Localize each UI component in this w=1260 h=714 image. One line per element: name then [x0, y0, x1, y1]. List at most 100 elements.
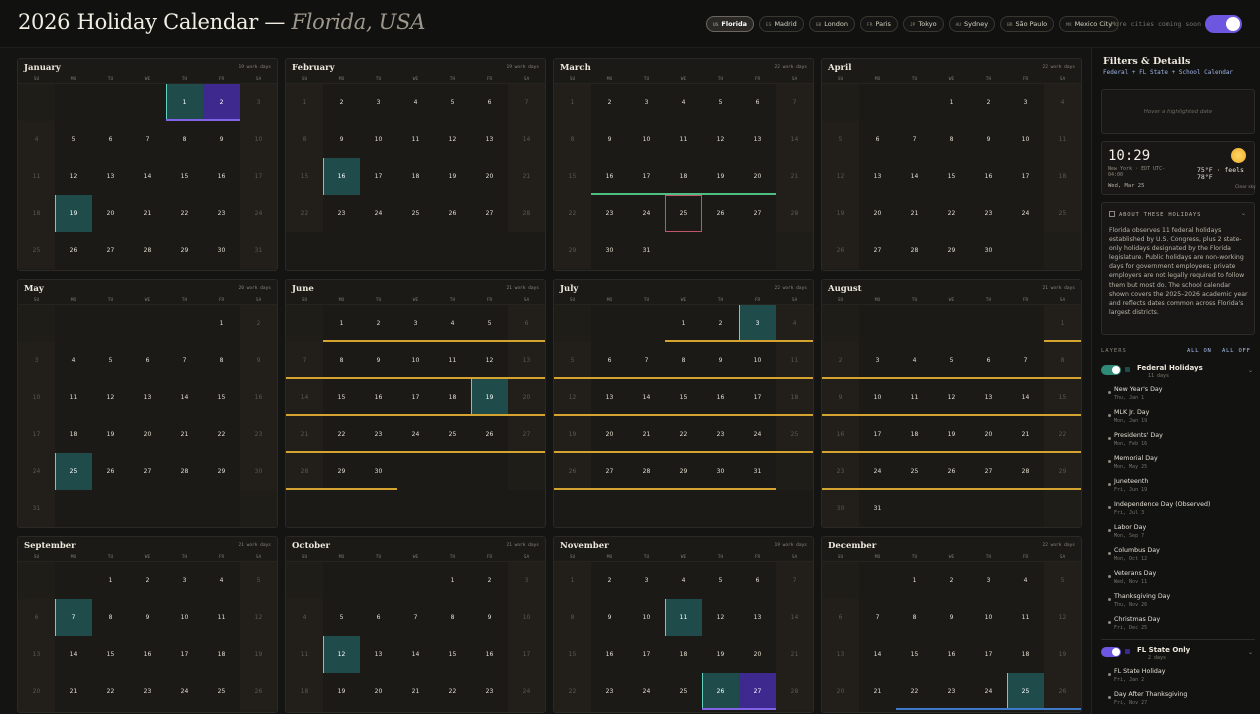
city-chip-fr[interactable]: FR Paris — [860, 16, 898, 32]
day-cell[interactable]: 4 — [776, 305, 813, 342]
day-cell[interactable]: 19 — [471, 379, 508, 416]
day-cell[interactable]: 9 — [203, 121, 240, 158]
day-cell[interactable]: 14 — [129, 158, 166, 195]
day-cell[interactable]: 2 — [702, 305, 739, 342]
day-cell[interactable]: 12 — [55, 158, 92, 195]
day-cell[interactable]: 30 — [240, 453, 277, 490]
day-cell[interactable]: 27 — [822, 710, 859, 712]
day-cell[interactable]: 7 — [129, 121, 166, 158]
day-cell[interactable]: 17 — [166, 636, 203, 673]
city-chip-br[interactable]: BR São Paulo — [1000, 16, 1055, 32]
day-cell[interactable]: 22 — [323, 416, 360, 453]
day-cell[interactable]: 27 — [739, 673, 776, 710]
day-cell[interactable]: 22 — [933, 195, 970, 232]
day-cell[interactable]: 13 — [92, 158, 129, 195]
day-cell[interactable]: 3 — [240, 84, 277, 121]
day-cell[interactable]: 15 — [1044, 379, 1081, 416]
day-cell[interactable]: 7 — [628, 342, 665, 379]
day-cell[interactable]: 13 — [508, 342, 545, 379]
day-cell[interactable]: 16 — [933, 636, 970, 673]
day-cell[interactable]: 18 — [896, 416, 933, 453]
day-cell[interactable]: 11 — [203, 599, 240, 636]
day-cell[interactable]: 13 — [591, 379, 628, 416]
day-cell[interactable]: 10 — [628, 599, 665, 636]
day-cell[interactable]: 10 — [18, 379, 55, 416]
day-cell[interactable]: 20 — [471, 158, 508, 195]
day-cell[interactable]: 6 — [129, 342, 166, 379]
day-cell[interactable]: 25 — [665, 673, 702, 710]
holiday-item[interactable]: Christmas Day Fri, Dec 25 — [1101, 614, 1255, 637]
day-cell[interactable]: 15 — [665, 379, 702, 416]
day-cell[interactable]: 5 — [702, 562, 739, 599]
day-cell[interactable]: 30 — [203, 232, 240, 269]
day-cell[interactable]: 19 — [554, 416, 591, 453]
day-cell[interactable]: 18 — [434, 379, 471, 416]
day-cell[interactable]: 1 — [323, 305, 360, 342]
day-cell[interactable]: 16 — [360, 379, 397, 416]
day-cell[interactable]: 29 — [665, 453, 702, 490]
day-cell[interactable]: 11 — [665, 121, 702, 158]
day-cell[interactable]: 23 — [933, 673, 970, 710]
day-cell[interactable]: 19 — [240, 636, 277, 673]
day-cell[interactable]: 2 — [129, 562, 166, 599]
day-cell[interactable]: 28 — [508, 195, 545, 232]
day-cell[interactable]: 13 — [129, 379, 166, 416]
day-cell[interactable]: 7 — [55, 599, 92, 636]
day-cell[interactable]: 31 — [970, 710, 1007, 712]
day-cell[interactable]: 16 — [970, 158, 1007, 195]
day-cell[interactable]: 14 — [896, 158, 933, 195]
day-cell[interactable]: 25 — [1044, 195, 1081, 232]
day-cell[interactable]: 17 — [240, 158, 277, 195]
chevron-down-icon[interactable]: ⌄ — [1241, 210, 1246, 217]
day-cell[interactable]: 6 — [508, 305, 545, 342]
day-cell[interactable]: 23 — [702, 416, 739, 453]
day-cell[interactable]: 16 — [203, 158, 240, 195]
holiday-item[interactable]: Thanksgiving Day Thu, Nov 26 — [1101, 591, 1255, 614]
day-cell[interactable]: 4 — [1007, 562, 1044, 599]
day-cell[interactable]: 29 — [92, 710, 129, 712]
day-cell[interactable]: 15 — [554, 636, 591, 673]
day-cell[interactable]: 26 — [554, 453, 591, 490]
day-cell[interactable]: 21 — [896, 195, 933, 232]
day-cell[interactable]: 14 — [55, 636, 92, 673]
day-cell[interactable]: 5 — [240, 562, 277, 599]
day-cell[interactable]: 17 — [628, 158, 665, 195]
day-cell[interactable]: 11 — [776, 342, 813, 379]
day-cell[interactable]: 14 — [859, 636, 896, 673]
day-cell[interactable]: 7 — [859, 599, 896, 636]
holiday-item[interactable]: Columbus Day Mon, Oct 12 — [1101, 545, 1255, 568]
day-cell[interactable]: 14 — [397, 636, 434, 673]
city-chip-us[interactable]: US Florida — [706, 16, 755, 32]
day-cell[interactable]: 9 — [970, 121, 1007, 158]
day-cell[interactable]: 22 — [434, 673, 471, 710]
day-cell[interactable]: 13 — [970, 379, 1007, 416]
day-cell[interactable]: 30 — [129, 710, 166, 712]
day-cell[interactable]: 18 — [397, 158, 434, 195]
day-cell[interactable]: 1 — [554, 562, 591, 599]
day-cell[interactable]: 9 — [360, 342, 397, 379]
day-cell[interactable]: 23 — [970, 195, 1007, 232]
day-cell[interactable]: 23 — [323, 195, 360, 232]
day-cell[interactable]: 20 — [360, 673, 397, 710]
day-cell[interactable]: 20 — [822, 673, 859, 710]
day-cell[interactable]: 2 — [591, 84, 628, 121]
day-cell[interactable]: 28 — [286, 453, 323, 490]
day-cell[interactable]: 12 — [933, 379, 970, 416]
day-cell[interactable]: 26 — [822, 232, 859, 269]
day-cell[interactable]: 26 — [1044, 673, 1081, 710]
day-cell[interactable]: 26 — [702, 195, 739, 232]
day-cell[interactable]: 31 — [628, 232, 665, 269]
layer-federal-header[interactable]: Federal Holidays 11 days ⌄ — [1101, 364, 1255, 384]
day-cell[interactable]: 9 — [933, 599, 970, 636]
day-cell[interactable]: 3 — [628, 84, 665, 121]
day-cell[interactable]: 22 — [166, 195, 203, 232]
day-cell[interactable]: 3 — [859, 342, 896, 379]
day-cell[interactable]: 15 — [554, 158, 591, 195]
day-cell[interactable]: 20 — [92, 195, 129, 232]
chevron-down-icon[interactable]: ⌄ — [1248, 649, 1253, 656]
all-off-button[interactable]: ALL OFF — [1222, 348, 1251, 354]
day-cell[interactable]: 27 — [18, 710, 55, 712]
day-cell[interactable]: 21 — [55, 673, 92, 710]
day-cell[interactable]: 13 — [859, 158, 896, 195]
day-cell[interactable]: 21 — [286, 416, 323, 453]
